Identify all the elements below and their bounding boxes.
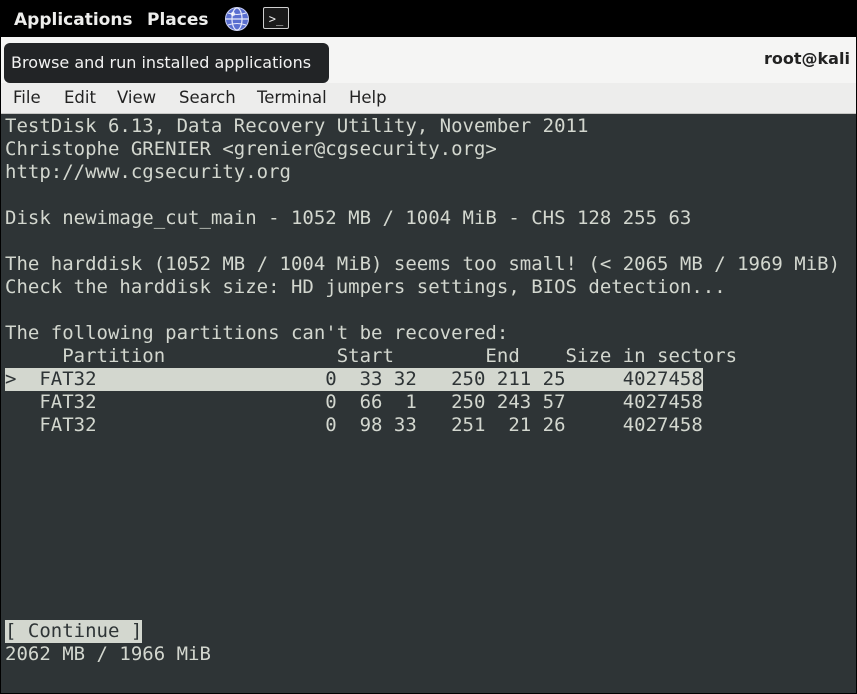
terminal-launcher-icon[interactable]: >_ xyxy=(263,7,289,29)
menu-view[interactable]: View xyxy=(117,83,156,113)
menu-search[interactable]: Search xyxy=(179,83,236,113)
disk-info-line: Disk newimage_cut_main - 1052 MB / 1004 … xyxy=(5,207,692,229)
places-menu[interactable]: Places xyxy=(147,1,208,37)
status-size-line: 2062 MB / 1966 MiB xyxy=(5,643,211,665)
menu-terminal[interactable]: Terminal xyxy=(257,83,327,113)
top-panel: Applications Places >_ xyxy=(1,1,856,37)
menu-edit[interactable]: Edit xyxy=(64,83,96,113)
testdisk-version-line: TestDisk 6.13, Data Recovery Utility, No… xyxy=(5,115,589,137)
partition-row[interactable]: FAT32 0 98 33 251 21 26 4027458 xyxy=(5,414,702,437)
globe-icon[interactable] xyxy=(224,6,250,32)
partition-row-selected[interactable]: > FAT32 0 33 32 250 211 25 4027458 xyxy=(5,368,703,391)
partition-row[interactable]: FAT32 0 66 1 250 243 57 4027458 xyxy=(5,391,702,414)
size-check-line: Check the harddisk size: HD jumpers sett… xyxy=(5,276,726,298)
website-line: http://www.cgsecurity.org xyxy=(5,161,291,183)
size-warning-line: The harddisk (1052 MB / 1004 MiB) seems … xyxy=(5,253,841,275)
screen: Applications Places >_ root@kali Browse … xyxy=(0,0,857,694)
terminal-output[interactable]: TestDisk 6.13, Data Recovery Utility, No… xyxy=(1,114,856,693)
applications-tooltip: Browse and run installed applications xyxy=(4,43,329,83)
applications-menu[interactable]: Applications xyxy=(14,1,133,37)
menu-bar: File Edit View Search Terminal Help xyxy=(1,83,856,114)
continue-button[interactable]: [ Continue ] xyxy=(5,620,143,643)
partition-columns-header: Partition Start End Size in sectors xyxy=(5,345,738,367)
window-title: root@kali xyxy=(764,49,850,68)
partitions-heading: The following partitions can't be recove… xyxy=(5,322,509,344)
author-line: Christophe GRENIER <grenier@cgsecurity.o… xyxy=(5,138,497,160)
menu-help[interactable]: Help xyxy=(349,83,387,113)
menu-file[interactable]: File xyxy=(13,83,41,113)
